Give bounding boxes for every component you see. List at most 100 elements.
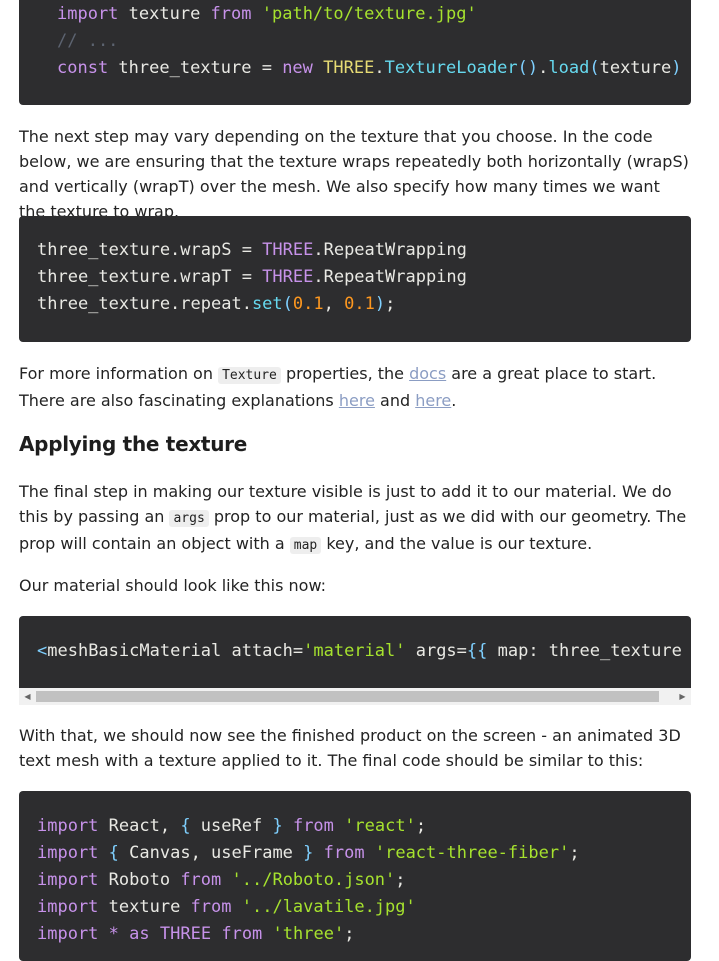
code-token: import bbox=[37, 924, 99, 944]
code-token: 0.1 bbox=[344, 294, 375, 314]
code-token: from bbox=[180, 870, 222, 890]
code-token: . bbox=[538, 58, 549, 78]
code-token: { bbox=[108, 843, 119, 863]
code-line: import React, { useRef } from 'react'; bbox=[37, 813, 691, 840]
code-token: useRef bbox=[190, 816, 273, 836]
code-token: import bbox=[37, 816, 99, 836]
code-block-wrapping: three_texture.wrapS = THREE.RepeatWrappi… bbox=[19, 216, 691, 342]
code-token: , bbox=[323, 294, 345, 314]
code-token: import bbox=[37, 870, 99, 890]
code-token: three_texture.wrapS = bbox=[37, 240, 263, 260]
code-token: * bbox=[108, 924, 119, 944]
code-token: map: three_texture bbox=[487, 641, 691, 661]
code-block-material[interactable]: <meshBasicMaterial attach='material' arg… bbox=[19, 616, 691, 688]
code-line: three_texture.wrapS = THREE.RepeatWrappi… bbox=[37, 237, 691, 264]
code-token: '../Roboto.json' bbox=[231, 870, 396, 890]
code-line: import Roboto from '../Roboto.json'; bbox=[37, 867, 691, 894]
code-token: new bbox=[282, 58, 313, 78]
paragraph-material-intro: Our material should look like this now: bbox=[19, 576, 327, 595]
code-token: 'path/to/texture.jpg' bbox=[261, 4, 477, 24]
code-token: from bbox=[190, 897, 232, 917]
code-token: ; bbox=[385, 294, 396, 314]
inline-code-map: map bbox=[289, 537, 322, 554]
code-token: ) bbox=[374, 294, 386, 314]
code-token: from bbox=[292, 816, 334, 836]
code-token: .RepeatWrapping bbox=[313, 240, 467, 260]
code-token: set bbox=[251, 294, 283, 314]
code-token: 'react' bbox=[344, 816, 416, 836]
para2-and: and bbox=[374, 391, 416, 410]
scroll-left-arrow-icon[interactable]: ◀ bbox=[19, 688, 36, 705]
code-line: import * as THREE from 'three'; bbox=[37, 921, 691, 948]
code-token: from bbox=[210, 4, 252, 24]
code-line: import texture from '../lavatile.jpg' bbox=[37, 894, 691, 921]
inline-code-args: args bbox=[169, 510, 209, 527]
code-token: } bbox=[272, 816, 283, 836]
code-block-texture-import: import texture from 'path/to/texture.jpg… bbox=[19, 0, 691, 105]
code-token: .RepeatWrapping bbox=[313, 267, 467, 287]
code-line: three_texture.wrapT = THREE.RepeatWrappi… bbox=[37, 264, 691, 291]
para2-end: . bbox=[451, 391, 457, 410]
code-token: ; bbox=[395, 870, 406, 890]
code-token: import bbox=[37, 897, 99, 917]
scrollbar-thumb[interactable] bbox=[36, 691, 659, 702]
code-token: load bbox=[548, 58, 590, 78]
code-token: const bbox=[57, 58, 109, 78]
code-token: three_texture.wrapT = bbox=[37, 267, 263, 287]
code-token: texture bbox=[98, 897, 191, 917]
code-token: ; bbox=[415, 816, 427, 836]
docs-link[interactable]: docs bbox=[409, 364, 446, 383]
code-token: ; bbox=[344, 924, 355, 944]
code-line: // ... bbox=[57, 28, 691, 55]
code-line: import texture from 'path/to/texture.jpg… bbox=[57, 1, 691, 28]
paragraph-final-code-intro: With that, we should now see the finishe… bbox=[19, 726, 681, 770]
code-token: as bbox=[129, 924, 150, 944]
code-token: THREE bbox=[323, 58, 375, 78]
code-token: { bbox=[180, 816, 191, 836]
code-token: ( bbox=[282, 294, 293, 314]
here-link-1[interactable]: here bbox=[339, 391, 375, 410]
code-token: ( bbox=[589, 58, 600, 78]
code-token: THREE bbox=[159, 924, 212, 944]
code-token: from bbox=[221, 924, 263, 944]
code-token: args= bbox=[405, 641, 467, 661]
paragraph-texture-docs: For more information on Texture properti… bbox=[19, 361, 691, 413]
code-token: three_texture = bbox=[108, 58, 283, 78]
para2-mid: properties, the bbox=[280, 364, 410, 383]
paragraph-texture-wrap-intro: The next step may vary depending on the … bbox=[19, 127, 689, 221]
code-token: {{ bbox=[466, 641, 488, 661]
code-token: from bbox=[323, 843, 365, 863]
scroll-right-arrow-icon[interactable]: ▶ bbox=[674, 688, 691, 705]
code-token: . bbox=[374, 58, 385, 78]
code-token: TextureLoader bbox=[384, 58, 518, 78]
here-link-2[interactable]: here bbox=[415, 391, 451, 410]
code-line: const three_texture = new THREE.TextureL… bbox=[57, 55, 691, 82]
code-token: < bbox=[37, 641, 48, 661]
code-token: Canvas, useFrame bbox=[118, 843, 304, 863]
code-line: import { Canvas, useFrame } from 'react-… bbox=[37, 840, 691, 867]
inline-code-texture: Texture bbox=[218, 367, 281, 384]
code-token: 0.1 bbox=[292, 294, 324, 314]
code-token: three_texture.repeat. bbox=[37, 294, 252, 314]
code-token: Roboto bbox=[98, 870, 181, 890]
code-token: 'react-three-fiber' bbox=[374, 843, 570, 863]
code-token: 'three' bbox=[272, 924, 345, 944]
section-heading: Applying the texture bbox=[19, 432, 247, 456]
code-token: '../lavatile.jpg' bbox=[241, 897, 416, 917]
code-token: () bbox=[517, 58, 539, 78]
code-line: three_texture.repeat.set(0.1, 0.1); bbox=[37, 291, 691, 318]
code-block-final-imports: import React, { useRef } from 'react'; im… bbox=[19, 791, 691, 961]
code-token: } bbox=[303, 843, 314, 863]
code-horizontal-scrollbar[interactable]: ◀ ▶ bbox=[19, 688, 691, 705]
code-token: // ... bbox=[57, 31, 119, 51]
